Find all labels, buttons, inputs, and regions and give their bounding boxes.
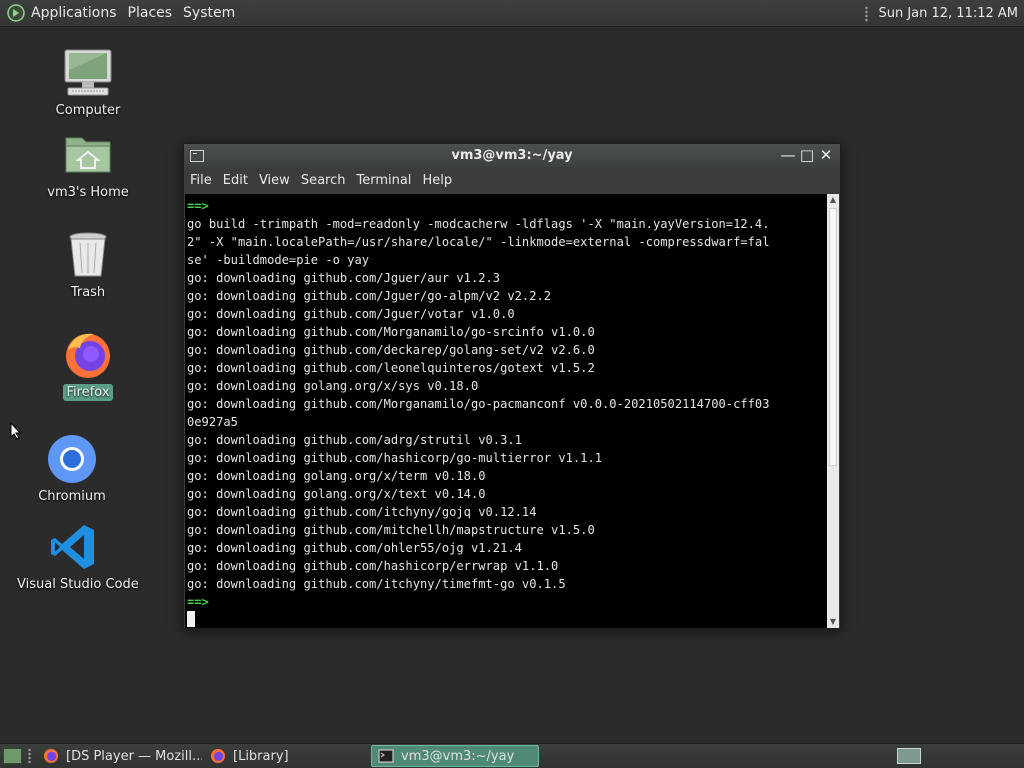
menu-search[interactable]: Search (301, 173, 346, 188)
mate-logo-icon[interactable] (7, 4, 25, 22)
terminal-line: go: downloading github.com/Morganamilo/g… (187, 325, 595, 339)
home-folder-icon (65, 137, 111, 173)
taskbar-item-library[interactable]: [Library] (204, 745, 369, 767)
bottom-panel: [DS Player — Mozill... [Library] vm3@vm3… (0, 743, 1024, 768)
terminal-cursor (187, 611, 828, 628)
minimize-button[interactable]: — (780, 147, 796, 163)
firefox-icon (66, 333, 110, 378)
terminal-line: 2" -X "main.localePath=/usr/share/locale… (187, 235, 770, 249)
maximize-button[interactable]: □ (799, 147, 815, 163)
terminal-prompt-line: ==> (187, 199, 209, 213)
taskbar-item-terminal[interactable]: vm3@vm3:~/yay (371, 745, 539, 767)
taskbar-item-label: [DS Player — Mozill... (66, 748, 202, 764)
clock[interactable]: Sun Jan 12, 11:12 AM (878, 6, 1018, 21)
terminal-line: go: downloading golang.org/x/text v0.14.… (187, 487, 486, 501)
taskbar-item-label: [Library] (233, 748, 289, 764)
taskbar-item-ds-player[interactable]: [DS Player — Mozill... (37, 745, 202, 767)
desktop-icon-label: vm3's Home (47, 185, 129, 200)
menu-terminal[interactable]: Terminal (356, 173, 411, 188)
terminal-line: go: downloading github.com/adrg/strutil … (187, 433, 522, 447)
terminal-line: 0e927a5 (187, 415, 238, 429)
desktop-icon-label: Trash (70, 285, 106, 300)
terminal-line: go: downloading github.com/itchyny/gojq … (187, 505, 537, 519)
desktop-icon-trash[interactable]: Trash (48, 230, 128, 301)
vscode-icon (51, 525, 94, 569)
menu-edit[interactable]: Edit (223, 173, 248, 188)
menu-help[interactable]: Help (422, 173, 452, 188)
workspace-switcher[interactable] (897, 748, 921, 764)
terminal-window[interactable]: vm3@vm3:~/yay — □ ✕ File Edit View Searc… (183, 143, 841, 629)
close-button[interactable]: ✕ (818, 147, 834, 163)
desktop-icon-home[interactable]: vm3's Home (44, 130, 132, 201)
panel-handle[interactable] (28, 748, 31, 764)
desktop-icon-label: Firefox (63, 384, 113, 401)
top-panel: Applications Places System Sun Jan 12, 1… (0, 0, 1024, 27)
scrollbar-thumb[interactable] (829, 208, 837, 466)
terminal-line: go: downloading github.com/ohler55/ojg v… (187, 541, 522, 555)
scrollbar[interactable]: ▲ ▼ (827, 194, 839, 628)
computer-icon (64, 49, 112, 96)
system-menu[interactable]: System (183, 5, 235, 21)
firefox-icon (211, 749, 225, 763)
window-title: vm3@vm3:~/yay (451, 148, 573, 163)
desktop-icon-label: Visual Studio Code (17, 577, 139, 592)
menu-file[interactable]: File (190, 173, 212, 188)
terminal-line: go: downloading github.com/itchyny/timef… (187, 577, 566, 591)
scroll-down-icon[interactable]: ▼ (827, 616, 839, 628)
desktop-icon-label: Computer (55, 103, 121, 118)
trash-icon (69, 232, 107, 277)
terminal-line: go: downloading github.com/Jguer/go-alpm… (187, 289, 552, 303)
terminal-line: go build -trimpath -mod=readonly -modcac… (187, 217, 770, 231)
applications-menu[interactable]: Applications (31, 5, 117, 21)
terminal-line: go: downloading github.com/hashicorp/err… (187, 559, 559, 573)
terminal-prompt-line: ==> (187, 595, 209, 609)
scroll-up-icon[interactable]: ▲ (827, 194, 839, 206)
terminal-line: go: downloading github.com/hashicorp/go-… (187, 451, 603, 465)
terminal-line: go: downloading github.com/deckarep/gola… (187, 343, 595, 357)
terminal-line: go: downloading github.com/leonelquinter… (187, 361, 595, 375)
terminal-line: go: downloading github.com/mitchellh/map… (187, 523, 595, 537)
desktop-icon-chromium[interactable]: Chromium (30, 434, 114, 505)
terminal-line: go: downloading github.com/Morganamilo/g… (187, 397, 770, 411)
desktop-icon-firefox[interactable]: Firefox (48, 330, 128, 401)
terminal-menubar: File Edit View Search Terminal Help (184, 167, 840, 193)
desktop-icon-label: Chromium (38, 489, 106, 504)
terminal-line: go: downloading golang.org/x/sys v0.18.0 (187, 379, 479, 393)
firefox-icon (44, 749, 58, 763)
places-menu[interactable]: Places (128, 5, 173, 21)
menu-view[interactable]: View (259, 173, 290, 188)
panel-handle[interactable] (865, 5, 869, 22)
mouse-pointer-icon (10, 422, 22, 440)
desktop-icon-vscode[interactable]: Visual Studio Code (14, 522, 139, 593)
window-titlebar[interactable]: vm3@vm3:~/yay — □ ✕ (184, 144, 840, 167)
terminal-line: go: downloading github.com/Jguer/aur v1.… (187, 271, 501, 285)
taskbar-item-label: vm3@vm3:~/yay (401, 748, 515, 764)
show-desktop-button[interactable] (3, 748, 22, 764)
terminal-icon (378, 749, 394, 763)
terminal-line: go: downloading github.com/Jguer/votar v… (187, 307, 515, 321)
terminal-line: se' -buildmode=pie -o yay (187, 253, 370, 267)
desktop-icon-computer[interactable]: Computer (48, 48, 128, 119)
terminal-line: go: downloading golang.org/x/term v0.18.… (187, 469, 486, 483)
chromium-icon (48, 435, 96, 483)
terminal-output[interactable]: ==> go build -trimpath -mod=readonly -mod… (185, 194, 828, 628)
